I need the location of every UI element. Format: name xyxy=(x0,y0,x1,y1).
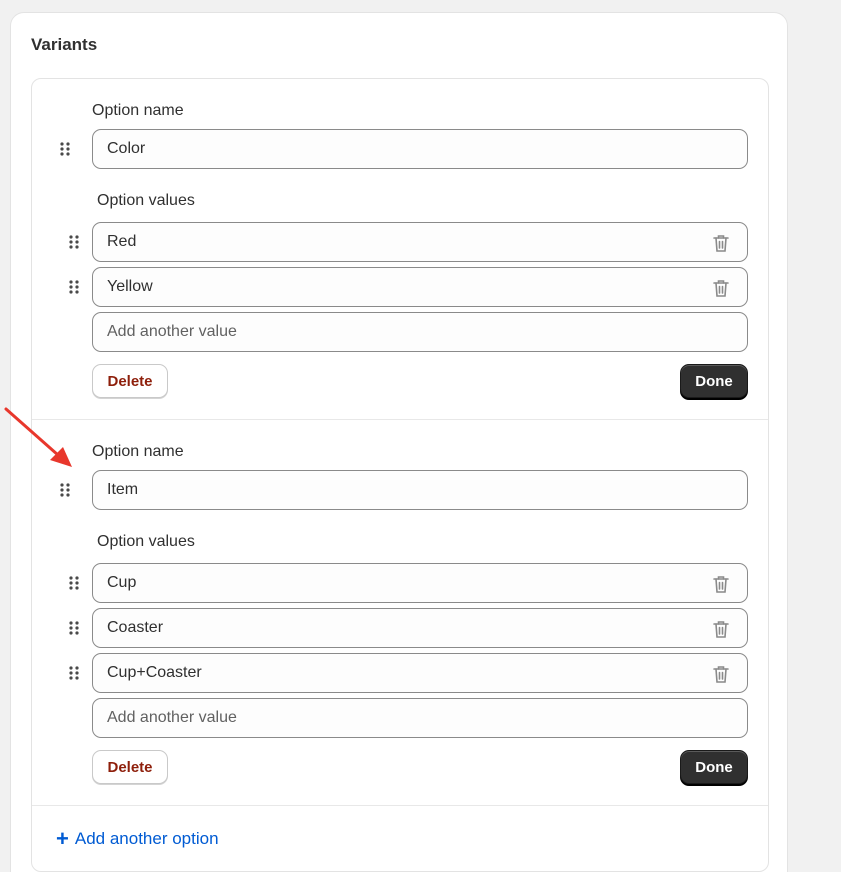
done-button[interactable]: Done xyxy=(680,750,748,784)
drag-handle-icon[interactable] xyxy=(68,575,80,591)
option-value-text: Red xyxy=(107,233,137,250)
option-value-text: Yellow xyxy=(107,278,153,295)
drag-handle-icon[interactable] xyxy=(68,620,80,636)
plus-icon: + xyxy=(56,826,69,851)
option-value-input[interactable]: Red xyxy=(92,222,748,262)
divider xyxy=(32,419,768,420)
add-another-option-label: Add another option xyxy=(74,829,219,848)
trash-icon[interactable] xyxy=(712,619,730,639)
option-value-input[interactable]: Coaster xyxy=(92,608,748,648)
options-container: Option name Color Option values Red Yell… xyxy=(31,78,769,872)
add-value-input[interactable]: Add another value xyxy=(92,698,748,738)
trash-icon[interactable] xyxy=(712,278,730,298)
annotation-arrow-icon xyxy=(4,407,72,467)
delete-option-button[interactable]: Delete xyxy=(92,750,168,784)
delete-option-button[interactable]: Delete xyxy=(92,364,168,398)
option-name-value: Item xyxy=(107,481,139,498)
drag-handle-icon[interactable] xyxy=(59,482,71,498)
option-value-input[interactable]: Cup+Coaster xyxy=(92,653,748,693)
variants-card: Variants Option name Color Option values… xyxy=(10,12,788,872)
divider xyxy=(32,805,768,806)
option-value-input[interactable]: Yellow xyxy=(92,267,748,307)
option-name-label: Option name xyxy=(92,102,184,119)
drag-handle-icon[interactable] xyxy=(68,665,80,681)
option-values-label: Option values xyxy=(97,533,195,550)
option-value-text: Cup xyxy=(107,574,137,591)
trash-icon[interactable] xyxy=(712,233,730,253)
add-value-placeholder: Add another value xyxy=(107,709,237,726)
option-values-label: Option values xyxy=(97,192,195,209)
option-name-input[interactable]: Item xyxy=(92,470,748,510)
option-value-text: Cup+Coaster xyxy=(107,664,202,681)
drag-handle-icon[interactable] xyxy=(59,141,71,157)
drag-handle-icon[interactable] xyxy=(68,234,80,250)
done-button[interactable]: Done xyxy=(680,364,748,398)
trash-icon[interactable] xyxy=(712,574,730,594)
card-title: Variants xyxy=(31,35,98,54)
option-name-label: Option name xyxy=(92,443,184,460)
option-name-value: Color xyxy=(107,140,146,157)
drag-handle-icon[interactable] xyxy=(68,279,80,295)
add-value-placeholder: Add another value xyxy=(107,323,237,340)
option-name-input[interactable]: Color xyxy=(92,129,748,169)
option-value-text: Coaster xyxy=(107,619,164,636)
option-value-input[interactable]: Cup xyxy=(92,563,748,603)
trash-icon[interactable] xyxy=(712,664,730,684)
add-another-option-link[interactable]: + Add another option xyxy=(56,828,219,850)
add-value-input[interactable]: Add another value xyxy=(92,312,748,352)
